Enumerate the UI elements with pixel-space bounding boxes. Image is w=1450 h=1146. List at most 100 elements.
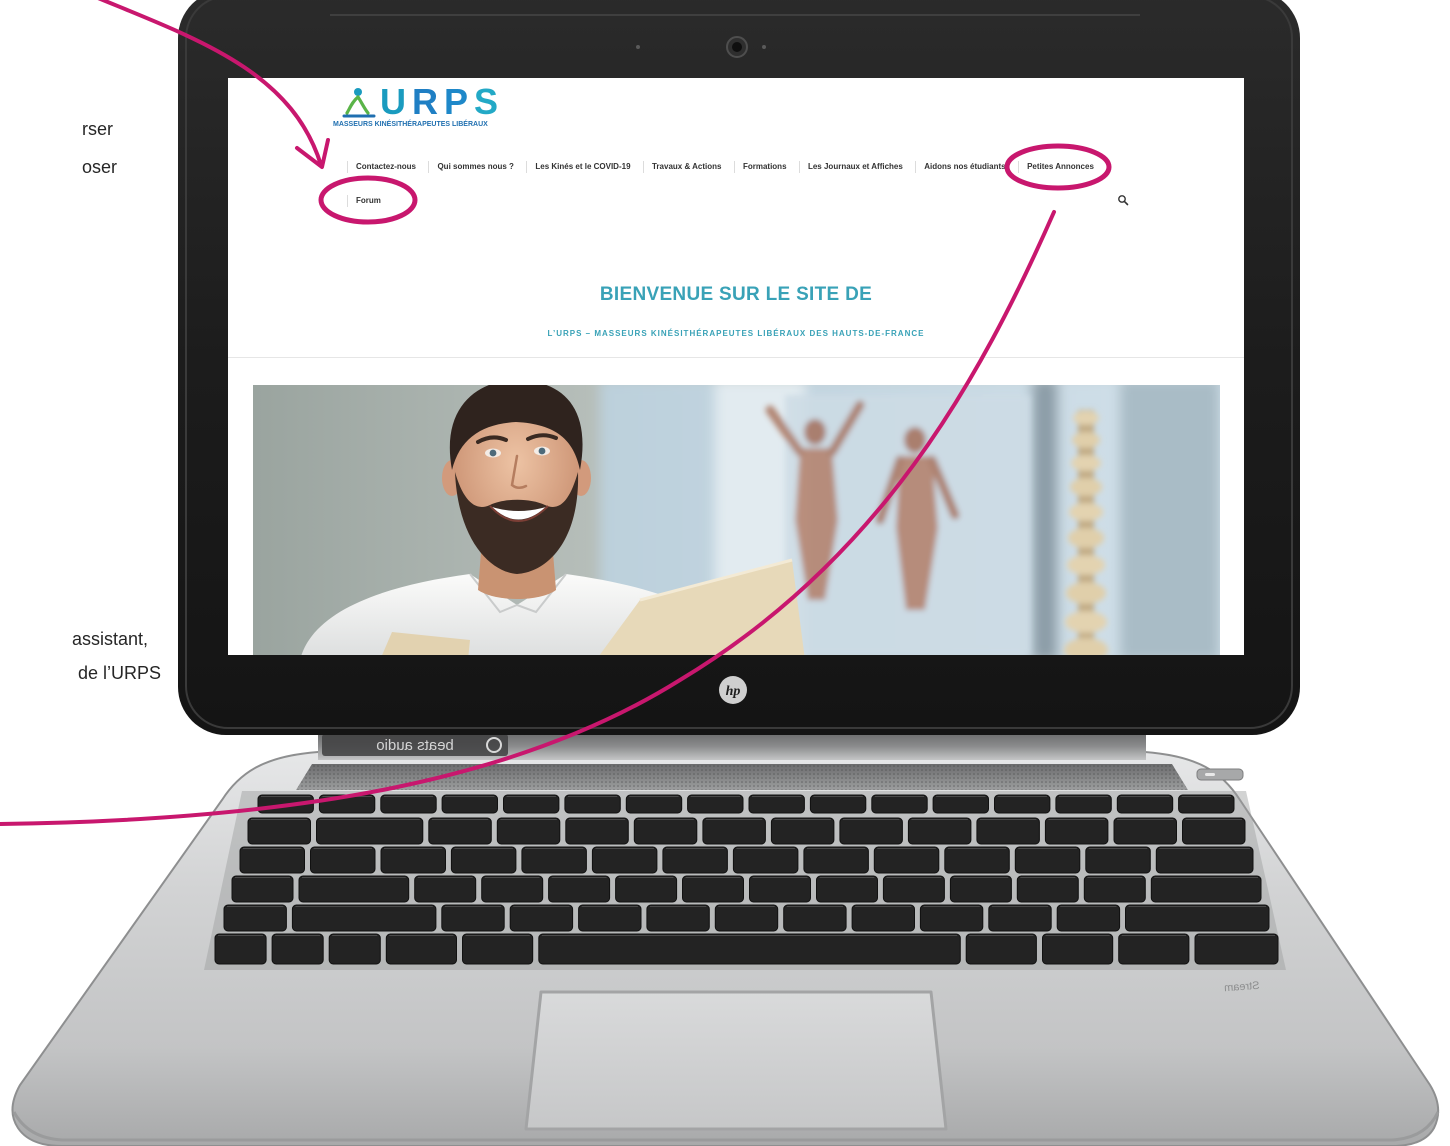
nav-item-journals[interactable]: Les Journaux et Affiches: [798, 161, 903, 173]
nav-item-forum[interactable]: Forum: [347, 195, 381, 207]
keyboard-key: [578, 904, 642, 932]
keyboard-key: [714, 904, 779, 932]
search-icon[interactable]: [1117, 194, 1129, 206]
keyboard-key: [976, 817, 1040, 845]
keyboard-key: [770, 817, 835, 845]
keyboard-key: [907, 817, 972, 845]
keyboard-key: [932, 794, 989, 814]
keyboard-key: [591, 846, 658, 874]
logo-figure-icon: [342, 88, 376, 118]
keyboard-key: [1042, 933, 1114, 965]
keyboard-key: [1085, 846, 1151, 874]
nav-item-classifieds[interactable]: Petites Annonces: [1018, 161, 1094, 173]
hero-photo: [253, 385, 1220, 655]
keyboard-key: [462, 933, 534, 965]
nav-item-about[interactable]: Qui sommes nous ?: [428, 161, 514, 173]
keyboard-key: [625, 794, 683, 814]
model-badge: Stream: [1224, 980, 1260, 994]
keyboard-key: [450, 846, 517, 874]
keyboard-key: [257, 794, 314, 814]
keyboard-key: [732, 846, 799, 874]
keyboard-key: [1150, 875, 1262, 903]
trackpad: [524, 990, 948, 1131]
keyboard-key: [1016, 875, 1079, 903]
keyboard-key: [548, 875, 611, 903]
keyboard-key: [783, 904, 847, 932]
keyboard-key: [428, 817, 492, 845]
keyboard-key: [803, 846, 869, 874]
keyboard-key: [223, 904, 287, 932]
hero-heading: BIENVENUE SUR LE SITE DE: [599, 284, 873, 305]
keyboard-key: [231, 875, 294, 903]
keyboard-key: [988, 904, 1052, 932]
keyboard-key: [441, 904, 505, 932]
keyboard-key: [298, 875, 410, 903]
keyboard-key: [239, 846, 305, 874]
keyboard-key: [816, 875, 878, 903]
keyboard-key: [1044, 817, 1109, 845]
keyboard-key: [310, 846, 376, 874]
keyboard-key: [521, 846, 587, 874]
keyboard-key: [1113, 817, 1177, 845]
keyboard-key: [882, 875, 945, 903]
keyboard-key: [965, 933, 1037, 965]
keyboard-key: [1056, 904, 1121, 932]
keyboard-key: [949, 875, 1012, 903]
keyboard-key: [687, 794, 744, 814]
keyboard-key: [503, 794, 560, 814]
keyboard-key: [1155, 846, 1254, 874]
keyboard-key: [214, 933, 267, 965]
keyboard-key: [565, 817, 629, 845]
website-viewport: URPS MASSEURS KINÉSITHÉRAPEUTES LIBÉRAUX…: [228, 78, 1244, 655]
keyboard-key: [385, 933, 457, 965]
nav-item-covid[interactable]: Les Kinés et le COVID-19: [526, 161, 631, 173]
logo-wordmark: URPS: [380, 84, 504, 120]
keyboard-key: [851, 904, 915, 932]
hero-subheading: L’URPS – MASSEURS KINÉSITHÉRAPEUTES LIBÉ…: [547, 329, 925, 338]
logo-letter: R: [412, 81, 444, 122]
logo-letter: S: [474, 81, 505, 122]
keyboard-key: [919, 904, 984, 932]
keyboard-key: [1118, 933, 1190, 965]
keyboard-key: [682, 875, 744, 903]
mic-dot: [762, 45, 766, 49]
keyboard-key: [1055, 794, 1112, 814]
keyboard-key: [380, 794, 437, 814]
audio-badge: beats audio: [376, 737, 454, 754]
keyboard-key: [328, 933, 381, 965]
nav-item-contact[interactable]: Contactez-nous: [347, 161, 416, 173]
keyboard-key: [873, 846, 940, 874]
logo-letter: U: [380, 81, 412, 122]
mic-dot: [636, 45, 640, 49]
keyboard-key: [994, 794, 1051, 814]
power-button: [1196, 768, 1244, 781]
site-logo[interactable]: URPS MASSEURS KINÉSITHÉRAPEUTES LIBÉRAUX: [333, 82, 513, 134]
keyboard-key: [318, 794, 376, 814]
keyboard-key: [748, 794, 805, 814]
keyboard-key: [749, 875, 811, 903]
nav-item-work[interactable]: Travaux & Actions: [642, 161, 722, 173]
keyboard-key: [1116, 794, 1174, 814]
main-nav-row2: Forum: [347, 195, 381, 207]
keyboard-key: [414, 875, 477, 903]
keyboard-key: [1125, 904, 1270, 932]
keyboard-key: [1083, 875, 1146, 903]
nav-item-training[interactable]: Formations: [733, 161, 787, 173]
keyboard-key: [944, 846, 1010, 874]
keyboard-key: [247, 817, 311, 845]
nav-item-students[interactable]: Aidons nos étudiants: [915, 161, 1006, 173]
logo-letter: P: [444, 81, 475, 122]
header-divider: [228, 357, 1244, 358]
logo-tagline: MASSEURS KINÉSITHÉRAPEUTES LIBÉRAUX: [333, 121, 488, 128]
keyboard-key: [380, 846, 446, 874]
keyboard-key: [633, 817, 698, 845]
keyboard-key: [702, 817, 766, 845]
keyboard-key: [1178, 794, 1235, 814]
keyboard-key: [871, 794, 928, 814]
keyboard-key: [662, 846, 728, 874]
keyboard-key: [646, 904, 710, 932]
main-nav: Contactez-nous Qui sommes nous ? Les Kin…: [347, 161, 1094, 173]
keyboard-key: [1182, 817, 1246, 845]
keyboard-key: [809, 794, 867, 814]
keyboard-key: [441, 794, 499, 814]
